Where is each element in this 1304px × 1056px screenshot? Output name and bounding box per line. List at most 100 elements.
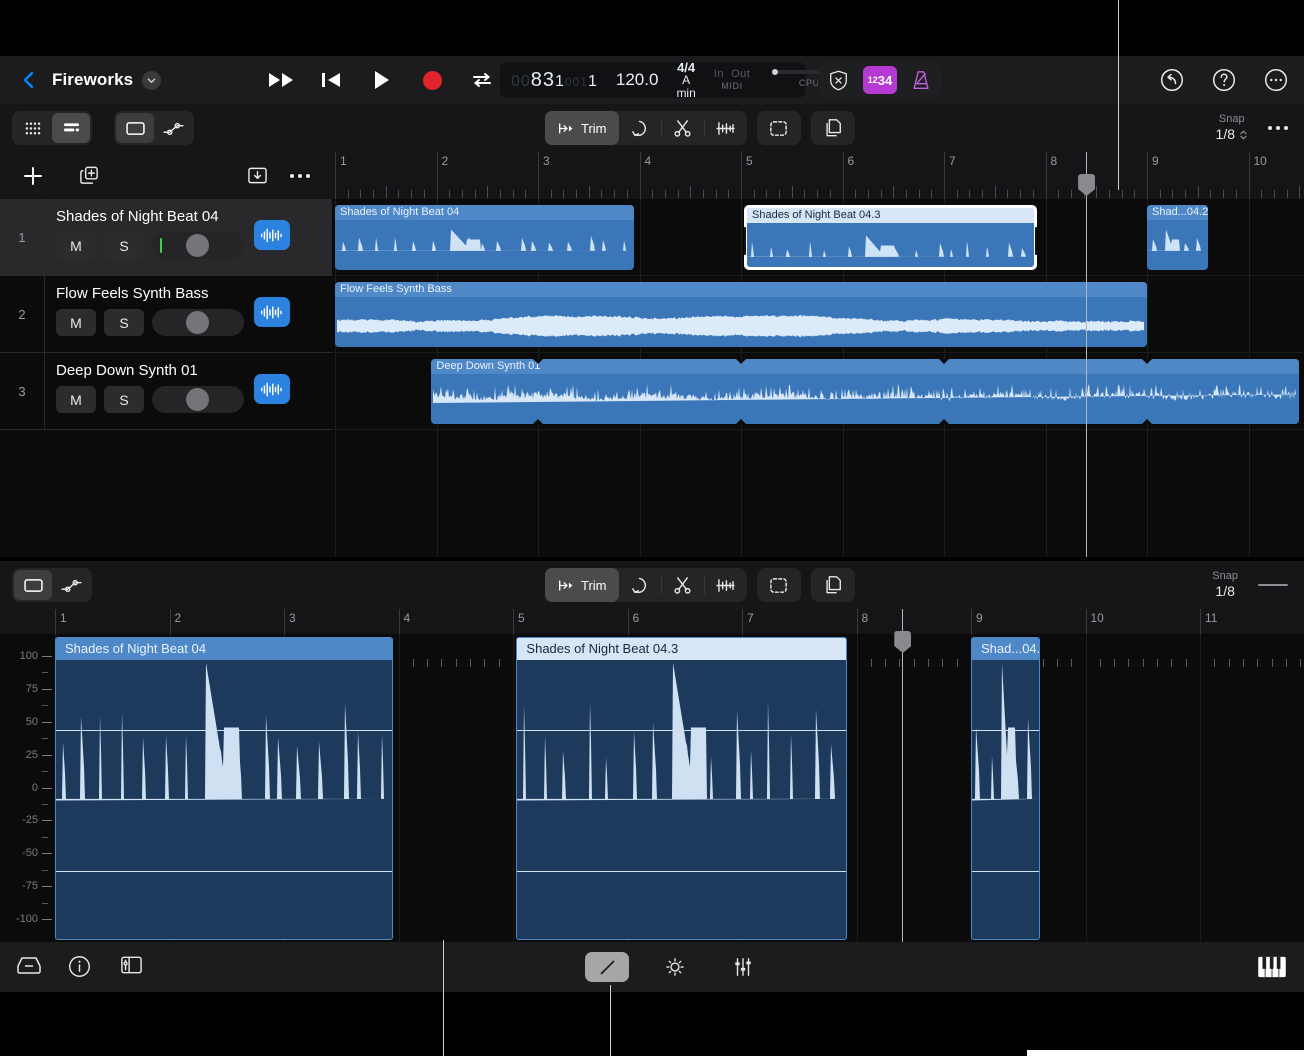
solo-button[interactable]: S <box>104 232 144 259</box>
editor-ruler[interactable]: 1 2 3 4 5 6 7 8 9 10 11 <box>0 609 1304 634</box>
duplicate-tool[interactable] <box>810 111 855 145</box>
editor-playhead[interactable] <box>894 609 912 942</box>
fade-tool[interactable] <box>705 568 747 602</box>
faders-tool[interactable] <box>721 952 765 982</box>
volume-knob[interactable] <box>186 388 209 411</box>
track-header-row[interactable]: 2 Flow Feels Synth Bass M S <box>0 276 332 353</box>
track-waveform-icon[interactable] <box>254 297 290 327</box>
region-mode-icon[interactable] <box>116 113 154 143</box>
track-waveform-icon[interactable] <box>254 374 290 404</box>
rewind-to-start-icon[interactable] <box>318 66 346 94</box>
amplitude-label: 50 <box>25 715 38 728</box>
resize-handle[interactable] <box>1258 584 1288 586</box>
loop-tool[interactable] <box>619 111 661 145</box>
ruler-bar-line <box>842 152 844 199</box>
toolbar-more-icon[interactable] <box>1268 126 1288 130</box>
arrange-ruler[interactable]: 1 2 3 4 5 6 7 8 9 10 <box>332 152 1304 199</box>
mute-button[interactable]: M <box>56 232 96 259</box>
help-icon[interactable] <box>1212 68 1236 92</box>
duplicate-track-icon[interactable] <box>74 161 104 191</box>
arrange-area[interactable]: 1 2 3 4 5 6 7 8 9 10 Shades of Night Beat 04 Shade… <box>332 152 1304 557</box>
lcd-tempo[interactable]: 120.0 <box>616 70 659 90</box>
lcd-display[interactable]: 00 8 3 1 001 1 120.0 4/4 A min In Out MI… <box>500 60 847 100</box>
editor-audio-region[interactable]: Shad...04.2 <box>971 637 1040 940</box>
marquee-tool[interactable] <box>756 568 801 602</box>
editor-audio-region[interactable]: Shades of Night Beat 04 <box>55 637 393 940</box>
track-name[interactable]: Flow Feels Synth Bass <box>56 285 332 302</box>
bypass-shield-icon[interactable] <box>822 66 856 94</box>
track-name[interactable]: Deep Down Synth 01 <box>56 362 332 379</box>
library-icon[interactable] <box>16 955 41 979</box>
count-in-button[interactable]: 12 34 <box>862 66 897 94</box>
undo-icon[interactable] <box>1160 68 1184 92</box>
region-waveform <box>337 229 632 270</box>
ruler-bar-number: 6 <box>847 154 855 168</box>
lane-separator <box>332 352 1304 353</box>
fast-forward-icon[interactable] <box>268 66 296 94</box>
play-icon[interactable] <box>368 66 396 94</box>
chevron-left-icon[interactable] <box>20 71 38 89</box>
ruler-tick <box>1070 190 1072 198</box>
editor-audio-region[interactable]: Shades of Night Beat 04.3 <box>516 637 848 940</box>
grid-view-icon[interactable] <box>14 113 52 143</box>
trim-tool[interactable]: Trim <box>545 111 619 145</box>
chevron-down-icon[interactable] <box>142 70 162 90</box>
editor-ruler-tick <box>455 659 457 667</box>
split-tool[interactable] <box>662 568 704 602</box>
solo-button[interactable]: S <box>104 386 144 413</box>
track-header-row[interactable]: 1 Shades of Night Beat 04 M S <box>0 199 332 276</box>
metronome-icon[interactable] <box>904 66 938 94</box>
automation-mode-icon[interactable] <box>52 570 90 600</box>
fade-tool[interactable] <box>705 111 747 145</box>
info-icon[interactable] <box>68 955 92 979</box>
automation-mode-icon[interactable] <box>154 113 192 143</box>
split-tool[interactable] <box>662 111 704 145</box>
track-header-row[interactable]: 3 Deep Down Synth 01 M S <box>0 353 332 430</box>
trim-handle-right[interactable] <box>1035 227 1038 255</box>
import-icon[interactable] <box>242 161 272 191</box>
volume-slider[interactable] <box>152 232 244 259</box>
loop-tool[interactable] <box>619 568 661 602</box>
lcd-position[interactable]: 00 8 3 1 001 1 <box>500 69 598 92</box>
trim-tool[interactable]: Trim <box>545 568 619 602</box>
audio-region[interactable]: Shades of Night Beat 04.3 <box>744 205 1038 270</box>
audio-region[interactable]: Flow Feels Synth Bass <box>335 282 1147 347</box>
track-name[interactable]: Shades of Night Beat 04 <box>56 208 332 225</box>
volume-knob[interactable] <box>186 234 209 257</box>
ruler-tick <box>905 190 907 198</box>
gain-tool[interactable] <box>653 952 697 982</box>
track-waveform-icon[interactable] <box>254 220 290 250</box>
arrange-playhead[interactable] <box>1078 152 1096 557</box>
amplitude-label: -25 <box>22 814 38 827</box>
loop-marker <box>938 359 949 364</box>
snap-control[interactable]: Snap 1/8 <box>1216 113 1248 143</box>
volume-knob[interactable] <box>186 311 209 334</box>
marquee-tool[interactable] <box>756 111 801 145</box>
lcd-position-div: 1 <box>555 72 565 90</box>
ruler-tick <box>360 190 362 198</box>
audio-region[interactable]: Deep Down Synth 01 <box>431 359 1300 424</box>
cycle-icon[interactable] <box>468 66 496 94</box>
editor-snap-control[interactable]: Snap 1/8 <box>1212 570 1238 600</box>
volume-slider[interactable] <box>152 386 244 413</box>
track-more-icon[interactable] <box>290 173 316 178</box>
audio-editor[interactable]: 1 2 3 4 5 6 7 8 9 10 11 100 75 50 25 0 -25 -50 -75 -100 Sh… <box>0 609 1304 942</box>
list-view-icon[interactable] <box>52 113 90 143</box>
mute-button[interactable]: M <box>56 309 96 336</box>
lcd-signature[interactable]: 4/4 A min <box>676 60 695 100</box>
mute-button[interactable]: M <box>56 386 96 413</box>
trim-handle-left[interactable] <box>744 227 747 255</box>
audio-region[interactable]: Shad...04.2 <box>1147 205 1208 270</box>
inspector-icon[interactable] <box>120 955 144 979</box>
record-icon[interactable] <box>418 66 446 94</box>
solo-button[interactable]: S <box>104 309 144 336</box>
more-icon[interactable] <box>1264 68 1288 92</box>
ruler-tick <box>1134 190 1136 198</box>
region-mode-icon[interactable] <box>14 570 52 600</box>
volume-slider[interactable] <box>152 309 244 336</box>
add-track-icon[interactable] <box>18 161 48 191</box>
keyboard-icon[interactable] <box>1258 956 1286 978</box>
duplicate-tool[interactable] <box>810 568 855 602</box>
audio-region[interactable]: Shades of Night Beat 04 <box>335 205 635 270</box>
pencil-tool[interactable] <box>585 952 629 982</box>
